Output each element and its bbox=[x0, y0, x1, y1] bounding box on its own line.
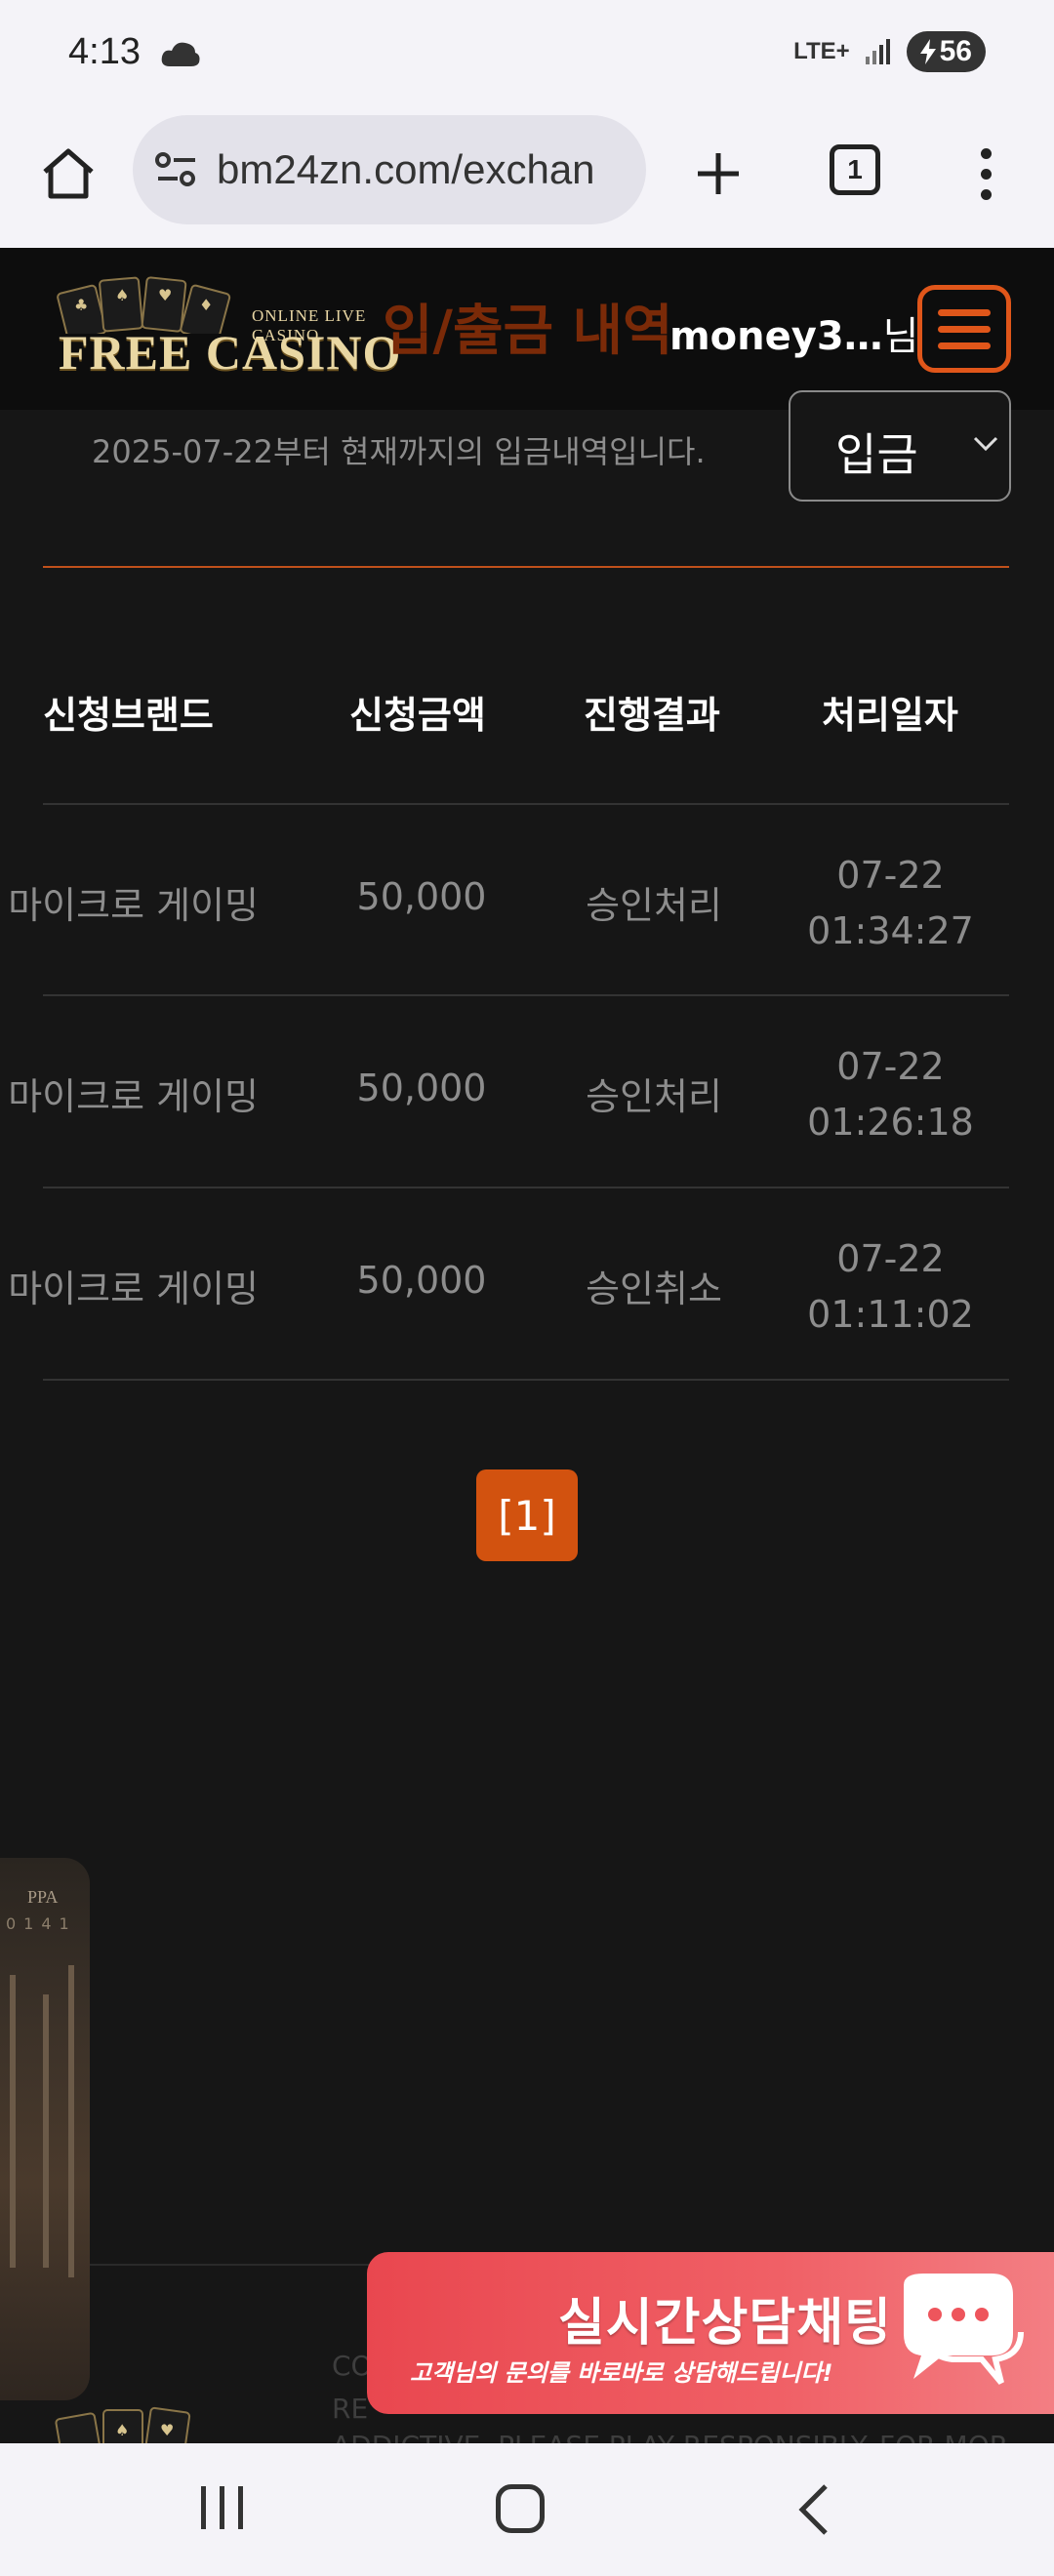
history-info-text: 2025-07-22부터 현재까지의 입금내역입니다. bbox=[92, 433, 706, 470]
cell-date: 07-22 01:26:18 bbox=[781, 1039, 1000, 1150]
network-indicator: LTE+ bbox=[793, 38, 850, 64]
back-icon[interactable] bbox=[796, 2482, 831, 2537]
column-header-result: 진행결과 bbox=[584, 694, 720, 737]
cell-amount: 50,000 bbox=[356, 875, 487, 918]
home-button[interactable] bbox=[33, 139, 103, 209]
side-banner-digits: 0141 bbox=[6, 1914, 77, 1933]
site-header: ♣ ♠ ♥ ♦ ONLINE LIVE CASINO FREE CASINO 입… bbox=[0, 248, 1054, 410]
cell-date-time: 01:26:18 bbox=[807, 1101, 974, 1144]
svg-text:♠: ♠ bbox=[115, 2421, 129, 2439]
cell-brand: 마이크로 게이밍 bbox=[8, 1075, 259, 1118]
battery-indicator: 56 bbox=[906, 31, 986, 72]
address-bar[interactable]: bm24zn.com/exchan bbox=[133, 115, 646, 224]
cell-date: 07-22 01:11:02 bbox=[781, 1231, 1000, 1343]
username-suffix: 님 bbox=[882, 314, 919, 359]
banner-decoration bbox=[10, 1975, 16, 2268]
cell-brand: 마이크로 게이밍 bbox=[8, 1268, 259, 1310]
svg-text:♥: ♥ bbox=[158, 286, 172, 304]
cell-result: 승인처리 bbox=[586, 884, 722, 927]
system-nav-bar bbox=[0, 2443, 1054, 2576]
cell-result: 승인취소 bbox=[586, 1268, 722, 1310]
live-chat-banner[interactable]: 실시간상담채팅 고객님의 문의를 바로바로 상담해드립니다! bbox=[367, 2252, 1054, 2414]
cell-amount: 50,000 bbox=[356, 1067, 487, 1109]
cell-date-time: 01:34:27 bbox=[807, 909, 974, 952]
column-header-date: 처리일자 bbox=[822, 694, 958, 737]
cell-result: 승인처리 bbox=[586, 1075, 722, 1118]
banner-decoration bbox=[68, 1965, 74, 2277]
banner-decoration bbox=[43, 1994, 49, 2268]
site-menu-button[interactable] bbox=[917, 285, 1011, 373]
site-logo[interactable]: ♣ ♠ ♥ ♦ ONLINE LIVE CASINO FREE CASINO bbox=[49, 276, 429, 390]
cell-amount: 50,000 bbox=[356, 1259, 487, 1302]
signal-icon bbox=[865, 39, 890, 64]
cloud-icon bbox=[161, 42, 200, 66]
logo-title: FREE CASINO bbox=[59, 325, 402, 380]
page-button-current[interactable]: [1] bbox=[476, 1469, 578, 1561]
site-settings-icon[interactable] bbox=[154, 150, 199, 189]
svg-text:♥: ♥ bbox=[160, 2421, 174, 2439]
chevron-down-icon bbox=[973, 436, 998, 452]
table-row: 마이크로 게이밍 50,000 승인처리 07-22 01:34:27 bbox=[0, 805, 1054, 996]
system-home-button[interactable] bbox=[496, 2484, 545, 2533]
tab-switcher-button[interactable]: 1 bbox=[830, 144, 880, 195]
svg-text:♠: ♠ bbox=[115, 286, 129, 304]
select-value: 입금 bbox=[835, 428, 918, 481]
table-row: 마이크로 게이밍 50,000 승인취소 07-22 01:11:02 bbox=[0, 1188, 1054, 1380]
cell-brand: 마이크로 게이밍 bbox=[8, 884, 259, 927]
row-divider bbox=[43, 1379, 1009, 1381]
chat-bubble-icon bbox=[904, 2274, 1024, 2385]
side-promo-banner[interactable]: PPA 0141 bbox=[0, 1858, 90, 2400]
battery-level: 56 bbox=[939, 35, 972, 67]
status-bar: 4:13 LTE+ 56 bbox=[0, 0, 1054, 109]
browser-toolbar: bm24zn.com/exchan 1 bbox=[0, 109, 1054, 248]
plus-icon bbox=[698, 153, 739, 194]
cell-date: 07-22 01:34:27 bbox=[781, 848, 1000, 959]
svg-text:♣: ♣ bbox=[74, 296, 88, 314]
cell-date-day: 07-22 bbox=[836, 854, 945, 897]
status-time: 4:13 bbox=[68, 31, 141, 72]
footer-logo: ♠ ♥ bbox=[55, 2406, 191, 2445]
status-indicators: LTE+ 56 bbox=[793, 31, 986, 72]
recent-apps-button[interactable] bbox=[201, 2486, 243, 2529]
divider bbox=[43, 566, 1009, 568]
column-header-amount: 신청금액 bbox=[349, 694, 486, 737]
svg-text:♦: ♦ bbox=[199, 296, 213, 314]
page-title: 입/출금 내역 bbox=[383, 300, 673, 363]
new-tab-button[interactable] bbox=[683, 139, 753, 209]
chat-title: 실시간상담채팅 bbox=[558, 2294, 892, 2353]
side-banner-text: PPA bbox=[27, 1887, 59, 1907]
chat-subtitle: 고객님의 문의를 바로바로 상담해드립니다! bbox=[410, 2359, 833, 2387]
url-text: bm24zn.com/exchan bbox=[217, 146, 595, 192]
charging-icon bbox=[919, 39, 936, 64]
browser-menu-button[interactable] bbox=[966, 139, 1005, 209]
user-name[interactable]: money3…님 bbox=[669, 304, 918, 361]
cell-date-day: 07-22 bbox=[836, 1237, 945, 1280]
cell-date-day: 07-22 bbox=[836, 1045, 945, 1088]
table-row: 마이크로 게이밍 50,000 승인처리 07-22 01:26:18 bbox=[0, 996, 1054, 1187]
username-text: money3… bbox=[669, 314, 883, 359]
cell-date-time: 01:11:02 bbox=[807, 1293, 974, 1336]
transaction-type-select[interactable]: 입금 bbox=[789, 390, 1011, 502]
home-icon bbox=[43, 148, 94, 199]
column-header-brand: 신청브랜드 bbox=[43, 694, 214, 737]
